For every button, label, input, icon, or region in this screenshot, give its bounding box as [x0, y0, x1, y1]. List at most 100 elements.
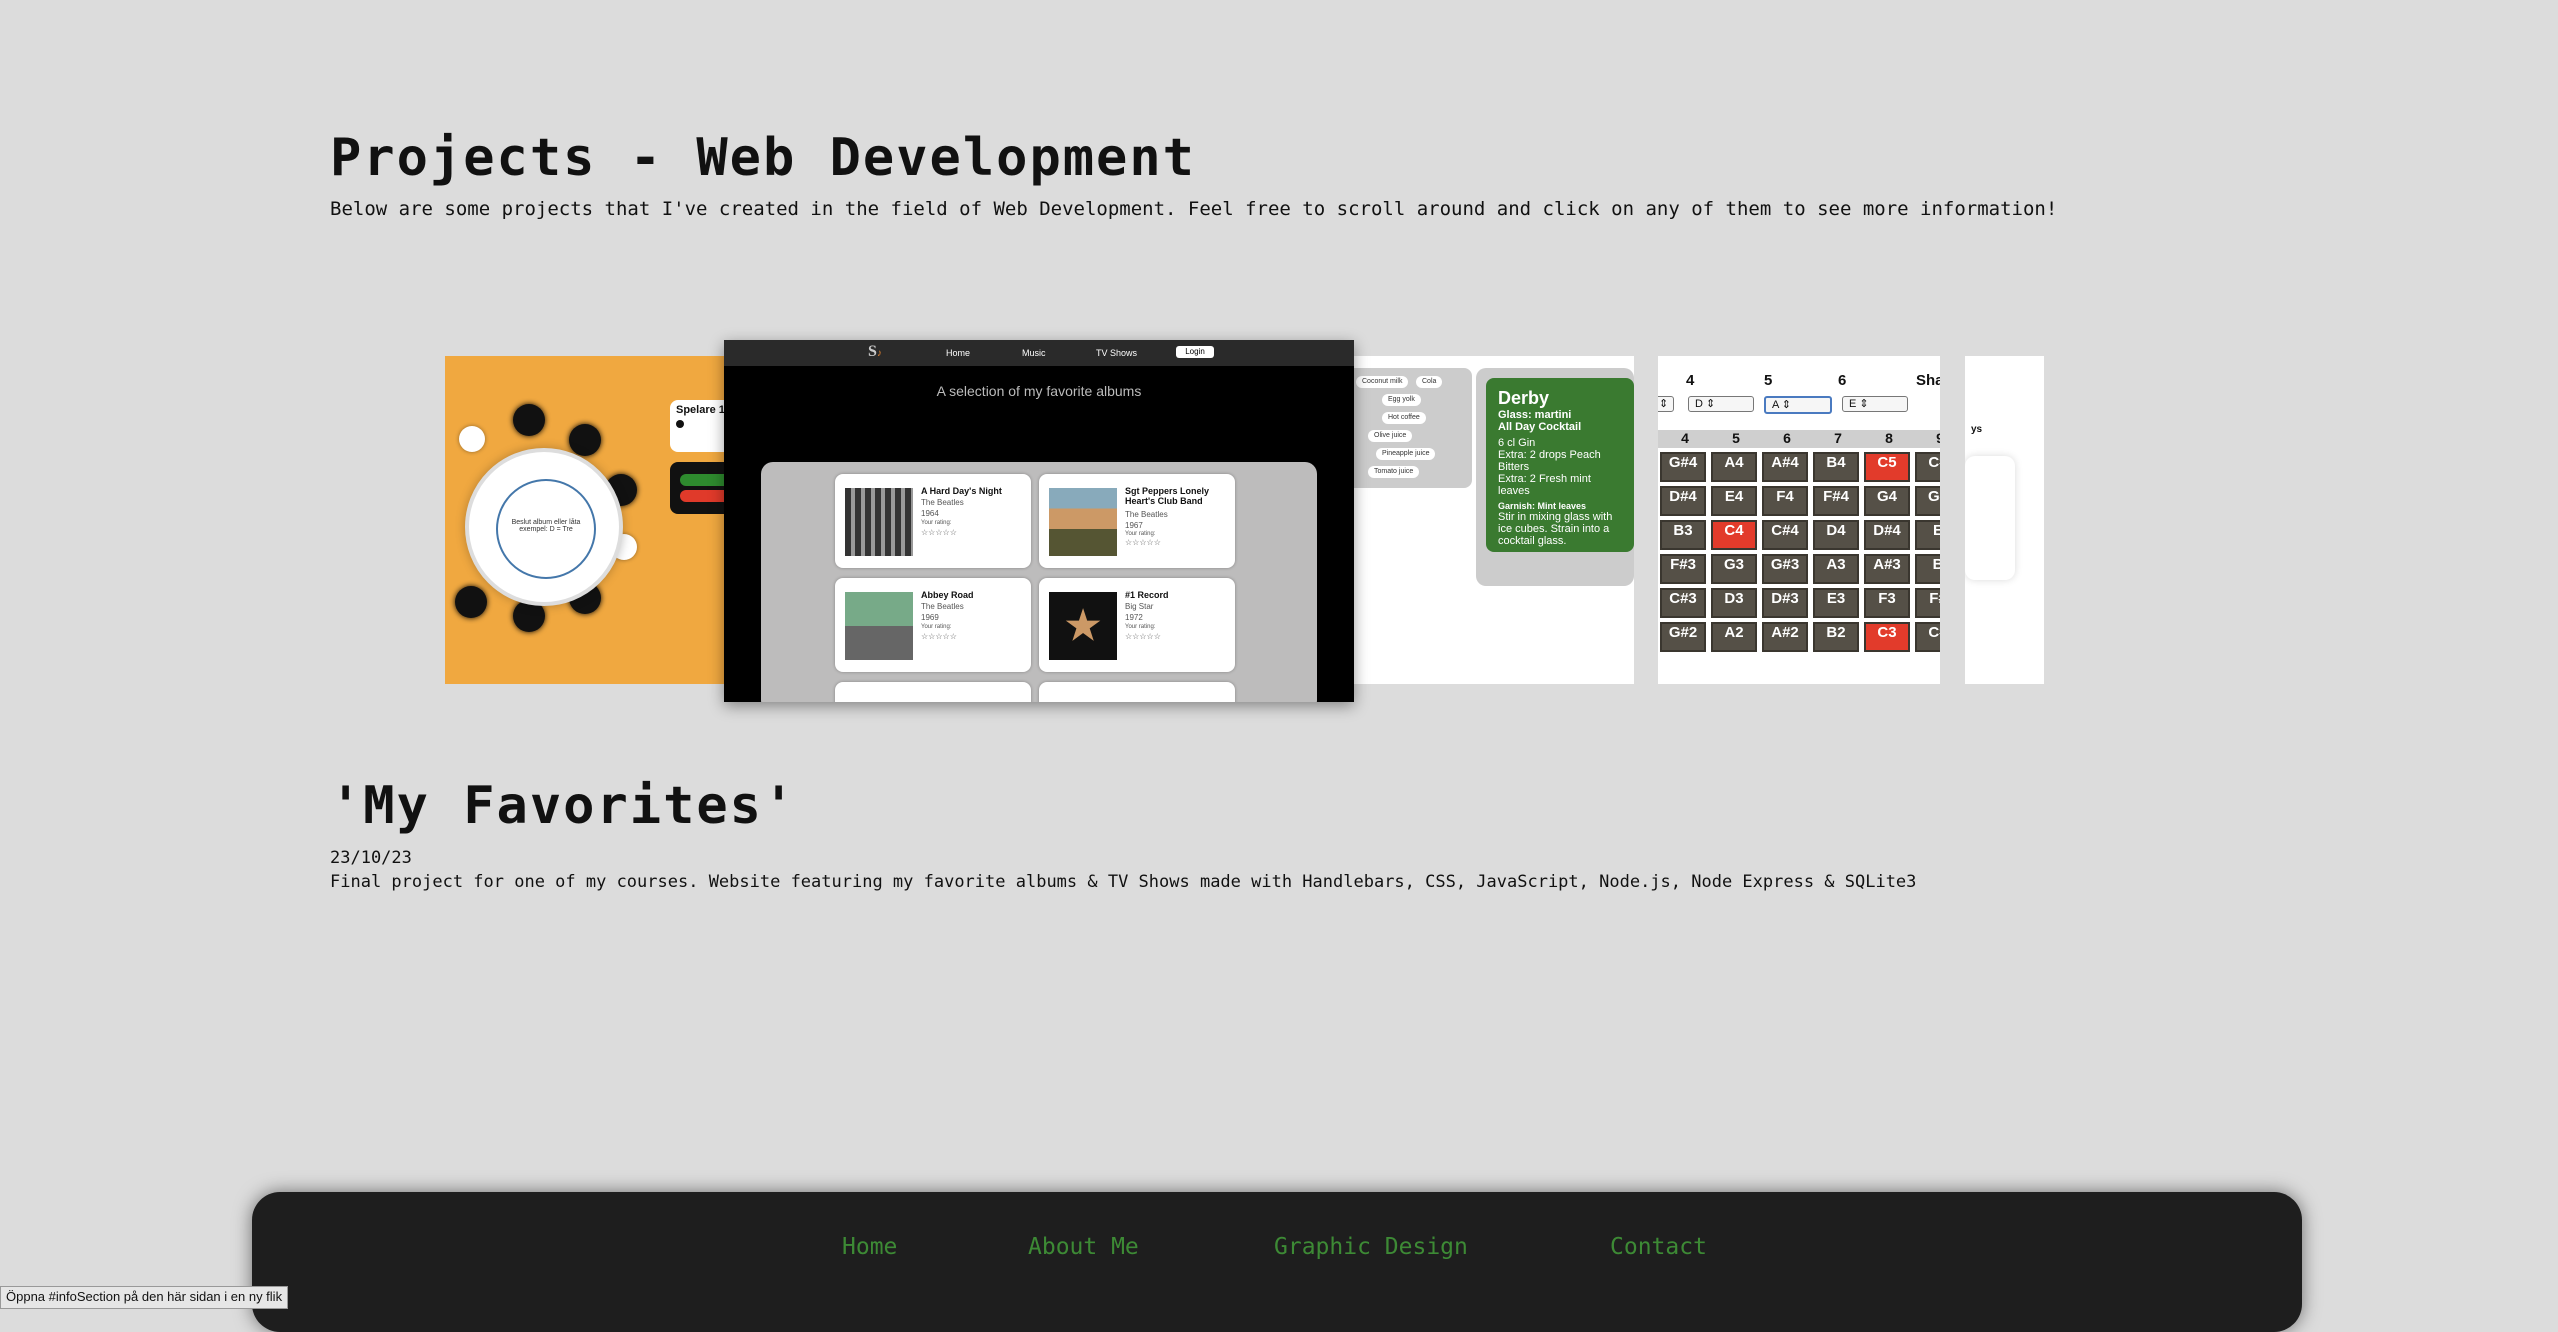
preview-login: Login — [1176, 346, 1214, 358]
rating-label: Your rating: — [1125, 531, 1156, 537]
fret-note: B — [1915, 554, 1940, 584]
fret-note: A3 — [1813, 554, 1859, 584]
drink-category: All Day Cocktail — [1498, 421, 1582, 433]
fret-number: 7 — [1834, 430, 1842, 446]
fret-note: G#4 — [1660, 452, 1706, 482]
footer-nav: Home About Me Graphic Design Contact — [252, 1192, 2302, 1332]
star-rating: ☆☆☆☆☆ — [1125, 632, 1161, 641]
album-year: 1972 — [1125, 613, 1143, 622]
fret-note: F# — [1915, 588, 1940, 618]
wheel-text: Beslut album eller låta exempel: D = Tre — [511, 519, 581, 533]
fret-note: D#4 — [1864, 520, 1910, 550]
fret-note: C#4 — [1762, 520, 1808, 550]
rating-label: Your rating: — [921, 520, 952, 526]
fret-note: C# — [1915, 622, 1940, 652]
project-thumb-partial[interactable]: ys — [1965, 356, 2044, 684]
fret-note: F3 — [1864, 588, 1910, 618]
string-select: E ⇕ — [1842, 396, 1908, 412]
fret-note: G4 — [1864, 486, 1910, 516]
fret-number: 4 — [1681, 430, 1689, 446]
nav-contact-link[interactable]: Contact — [1610, 1234, 1707, 1260]
fret-note: A4 — [1711, 452, 1757, 482]
fret-note: A#4 — [1762, 452, 1808, 482]
string-select: A ⇕ — [1764, 396, 1832, 414]
ingredient-chip: Olive juice — [1368, 430, 1413, 442]
album-artist: The Beatles — [921, 498, 964, 507]
album-artist: The Beatles — [921, 602, 964, 611]
album-title: A Hard Day's Night — [921, 486, 1002, 496]
fret-note: F#3 — [1660, 554, 1706, 584]
status-bar-tooltip: Öppna #infoSection på den här sidan i en… — [0, 1286, 289, 1309]
album-panel: A Hard Day's Night The Beatles 1964 Your… — [761, 462, 1317, 702]
project-thumb-fretboard[interactable]: 4 5 6 Sha ⇕ D ⇕ A ⇕ E ⇕ 4 5 6 7 8 9 G#4 A… — [1658, 356, 1940, 684]
fret-note: C# — [1915, 452, 1940, 482]
preview-nav-tv: TV Shows — [1096, 348, 1138, 358]
preview-nav-home: Home — [946, 348, 971, 358]
red-button — [680, 490, 730, 502]
fret-number: 9 — [1936, 430, 1940, 446]
fret-note: G# — [1915, 486, 1940, 516]
album-cover: ★ — [1049, 592, 1117, 660]
fret-note: D4 — [1813, 520, 1859, 550]
preview-navbar: S♪ Home Music TV Shows Login — [724, 340, 1354, 366]
page-title: Projects - Web Development — [330, 128, 1196, 188]
fret-note: E4 — [1711, 486, 1757, 516]
album-card: A Hard Day's Night The Beatles 1964 Your… — [835, 474, 1031, 568]
album-card: Sgt Peppers Lonely Heart's Club Band The… — [1039, 474, 1235, 568]
string-number: 4 — [1686, 372, 1695, 389]
ingredient-list: Coconut milk Cola Egg yolk Hot coffee Ol… — [1354, 368, 1472, 488]
project-thumb-cocktail[interactable]: Coconut milk Cola Egg yolk Hot coffee Ol… — [1354, 356, 1634, 684]
project-thumb-my-favorites[interactable]: S♪ Home Music TV Shows Login A selection… — [724, 340, 1354, 702]
ingredient-chip: Pineapple juice — [1376, 448, 1436, 460]
fret-note: G#3 — [1762, 554, 1808, 584]
drink-name: Derby — [1498, 388, 1550, 408]
album-year: 1969 — [921, 613, 939, 622]
fret-number: 5 — [1732, 430, 1740, 446]
fret-note: A#3 — [1864, 554, 1910, 584]
player-token-icon — [676, 420, 684, 428]
album-card: Abbey Road The Beatles 1969 Your rating:… — [835, 578, 1031, 672]
fret-numbers: 4 5 6 7 8 9 — [1658, 430, 1940, 448]
fret-note: A#2 — [1762, 622, 1808, 652]
fret-note: D#4 — [1660, 486, 1706, 516]
fret-note: C5 — [1864, 452, 1910, 482]
string-select: D ⇕ — [1688, 396, 1754, 412]
album-year: 1964 — [921, 509, 939, 518]
drink-panel: Derby Glass: martini All Day Cocktail 6 … — [1476, 368, 1634, 586]
game-piece — [455, 586, 487, 618]
sharp-label: Sha — [1916, 372, 1940, 389]
game-piece — [569, 424, 601, 456]
partial-text: ys — [1971, 424, 1983, 435]
preview-nav-music: Music — [1022, 348, 1046, 358]
nav-about-link[interactable]: About Me — [1028, 1234, 1139, 1260]
nav-home-link[interactable]: Home — [842, 1234, 897, 1260]
rating-label: Your rating: — [1125, 624, 1156, 630]
fret-note: F#4 — [1813, 486, 1859, 516]
player-label: Spelare 1 — [676, 404, 725, 416]
fret-number: 8 — [1885, 430, 1893, 446]
album-cover — [1049, 488, 1117, 556]
project-date: 23/10/23 — [330, 848, 412, 868]
album-card — [835, 682, 1031, 702]
album-card — [1039, 682, 1235, 702]
partial-card — [1965, 456, 2015, 580]
drink-garnish: Garnish: Mint leaves — [1498, 501, 1587, 511]
string-number: 5 — [1764, 372, 1773, 389]
star-rating: ☆☆☆☆☆ — [921, 528, 957, 537]
album-year: 1967 — [1125, 521, 1143, 530]
ingredient-chip: Hot coffee — [1382, 412, 1426, 424]
fret-note: F4 — [1762, 486, 1808, 516]
string-number: 6 — [1838, 372, 1847, 389]
fret-note: E3 — [1813, 588, 1859, 618]
game-piece — [513, 404, 545, 436]
preview-heading: A selection of my favorite albums — [936, 383, 1142, 399]
project-thumb-board-game[interactable]: Beslut album eller låta exempel: D = Tre… — [445, 356, 730, 684]
nav-graphic-design-link[interactable]: Graphic Design — [1274, 1234, 1468, 1260]
fret-note: C4 — [1711, 520, 1757, 550]
page-intro: Below are some projects that I've create… — [330, 198, 2058, 220]
drink-ingredient: 6 cl Gin — [1498, 437, 1536, 449]
ingredient-chip: Egg yolk — [1382, 394, 1421, 406]
star-rating: ☆☆☆☆☆ — [921, 632, 957, 641]
game-wheel: Beslut album eller låta exempel: D = Tre — [465, 448, 623, 606]
project-description: Final project for one of my courses. Web… — [330, 872, 1917, 892]
